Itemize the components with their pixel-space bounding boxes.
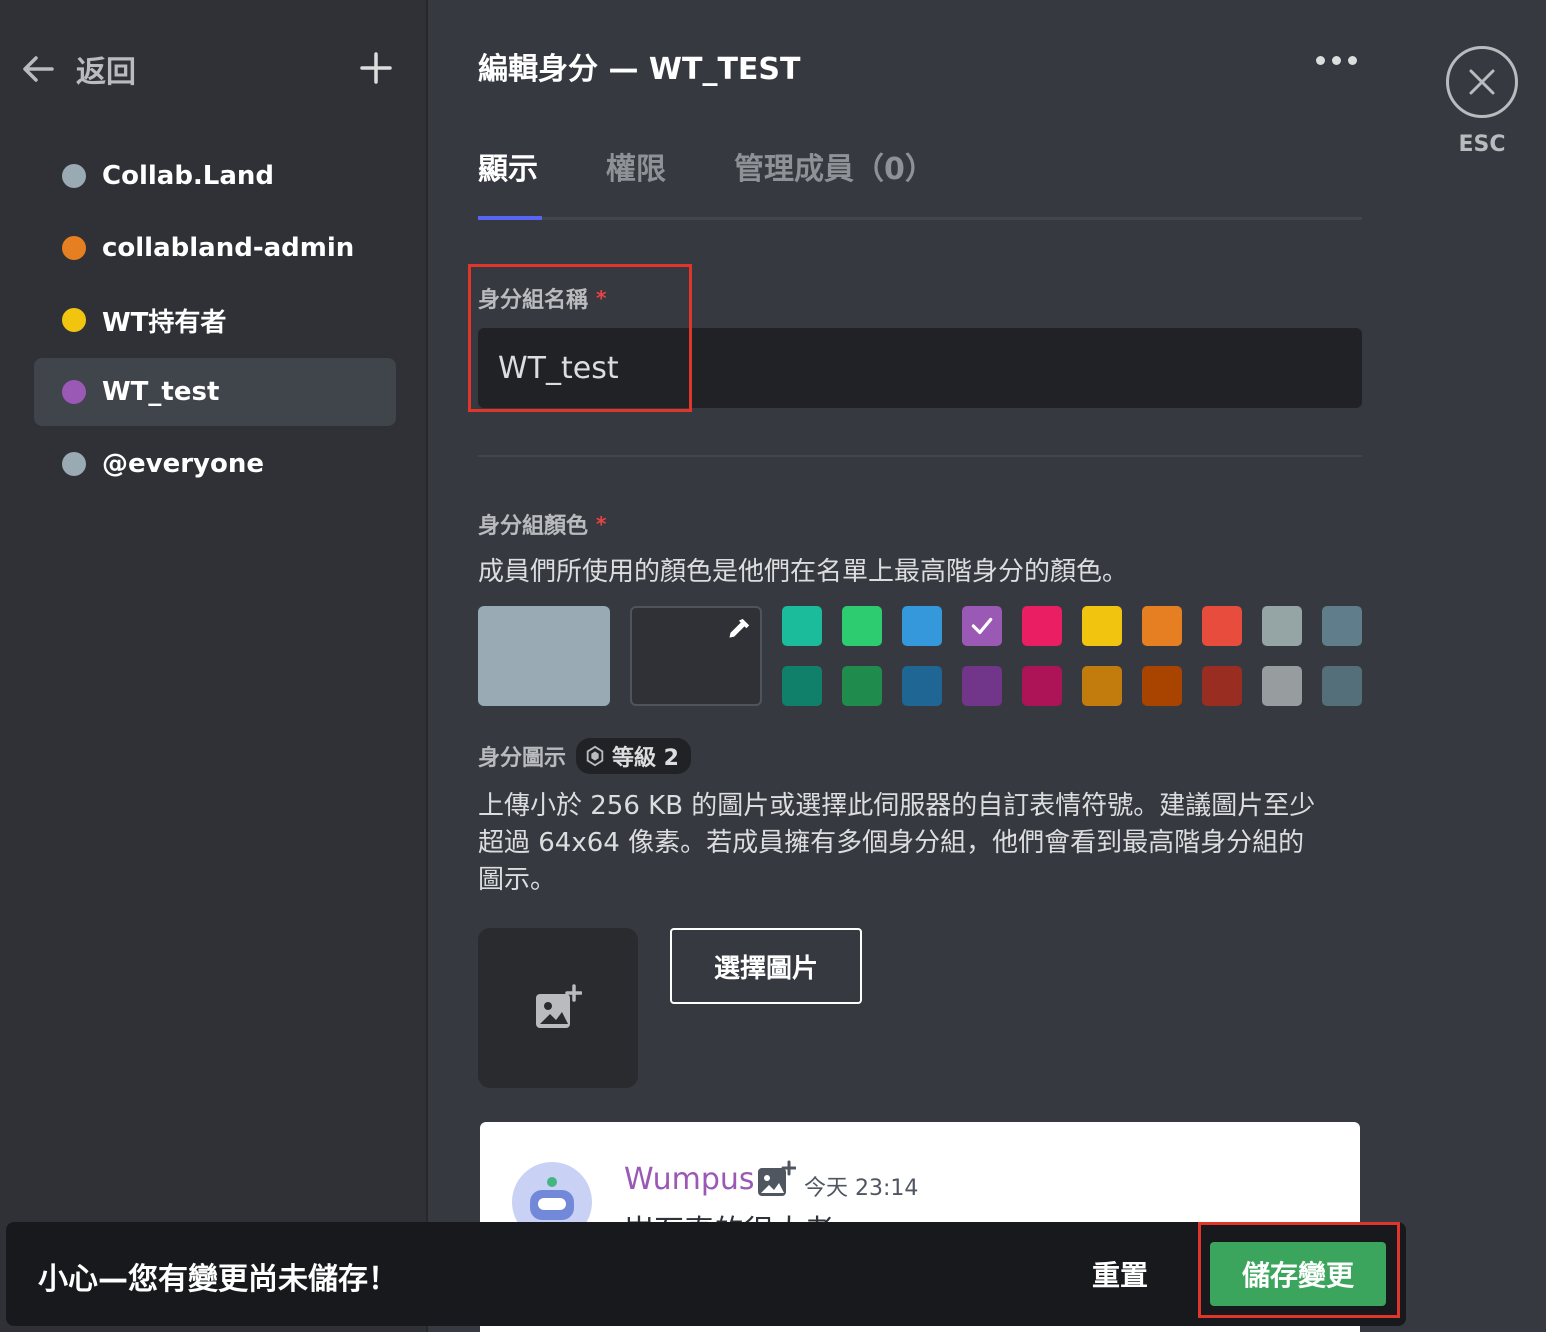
- role-color-dot: [62, 380, 86, 404]
- boost-level-badge: 等級 2: [576, 738, 691, 774]
- role-color-dot: [62, 164, 86, 188]
- back-label: 返回: [76, 55, 136, 90]
- color-swatch[interactable]: [962, 606, 1002, 646]
- more-dot-icon: [1332, 56, 1341, 65]
- role-name: WT持有者: [102, 307, 227, 338]
- tab-manage-members[interactable]: 管理成員（0）: [734, 144, 935, 188]
- close-button[interactable]: [1446, 46, 1518, 118]
- role-color-label: 身分組顏色 *: [478, 508, 606, 540]
- default-color-swatch[interactable]: [478, 606, 610, 706]
- color-swatch[interactable]: [962, 666, 1002, 706]
- description-line: 超過 64x64 像素。若成員擁有多個身分組，他們會看到最高階身分組的: [478, 828, 1305, 858]
- role-name: Collab.Land: [102, 161, 275, 191]
- role-name-input[interactable]: [478, 328, 1362, 408]
- save-changes-button[interactable]: 儲存變更: [1210, 1242, 1386, 1306]
- color-swatch[interactable]: [1202, 606, 1242, 646]
- sidebar-header: 返回: [20, 44, 400, 94]
- sidebar-role-item[interactable]: @everyone: [34, 430, 396, 498]
- color-swatch[interactable]: [782, 666, 822, 706]
- boost-level-text: 等級 2: [612, 746, 679, 771]
- active-tab-indicator: [478, 216, 542, 220]
- color-swatch[interactable]: [1262, 606, 1302, 646]
- arrow-left-icon: [23, 56, 54, 82]
- sidebar-role-item[interactable]: WT_test: [34, 358, 396, 426]
- tab-display[interactable]: 顯示: [478, 144, 538, 188]
- role-name: @everyone: [102, 449, 264, 479]
- preview-timestamp: 今天 23:14: [804, 1176, 919, 1201]
- icon-upload-tile[interactable]: [478, 928, 638, 1088]
- page-title: 編輯身分 — WT_TEST: [478, 52, 801, 87]
- color-swatch[interactable]: [1022, 606, 1062, 646]
- add-image-icon: [536, 984, 582, 1028]
- role-color-description: 成員們所使用的顏色是他們在名單上最高階身分的顏色。: [478, 557, 1129, 587]
- role-color-dot: [62, 236, 86, 260]
- back-button[interactable]: 返回: [20, 44, 136, 94]
- required-mark: *: [596, 286, 607, 310]
- tab-bar: 顯示 權限 管理成員（0）: [478, 136, 1362, 220]
- esc-label: ESC: [1458, 132, 1506, 157]
- color-swatch[interactable]: [782, 606, 822, 646]
- role-sidebar: 返回 Collab.Land collabland-admin WT持有者 WT_te…: [0, 0, 428, 1332]
- role-name: collabland-admin: [102, 233, 355, 263]
- role-list: Collab.Land collabland-admin WT持有者 WT_test @…: [34, 142, 396, 502]
- unsaved-changes-bar: 小心—您有變更尚未儲存！ 重置 儲存變更: [6, 1222, 1406, 1326]
- role-color-dot: [62, 308, 86, 332]
- more-dot-icon: [1316, 56, 1325, 65]
- role-color-dot: [62, 452, 86, 476]
- divider: [478, 455, 1362, 457]
- description-line: 上傳小於 256 KB 的圖片或選擇此伺服器的自訂表情符號。建議圖片至少: [478, 791, 1316, 821]
- add-role-button[interactable]: [358, 50, 394, 86]
- role-icon-placeholder-icon: [758, 1160, 796, 1196]
- unsaved-warning-text: 小心—您有變更尚未儲存！: [38, 1262, 398, 1297]
- role-icon-label-text: 身分圖示: [478, 746, 567, 771]
- role-icon-label: 身分圖示 等級 2: [478, 738, 691, 774]
- more-options-button[interactable]: [1316, 56, 1357, 65]
- color-swatch[interactable]: [1142, 666, 1182, 706]
- color-swatch[interactable]: [1322, 666, 1362, 706]
- role-editor: 編輯身分 — WT_TEST 顯示 權限 管理成員（0） 身分組名稱 * 身分組顏…: [430, 0, 1546, 1332]
- sidebar-role-item[interactable]: Collab.Land: [34, 142, 396, 210]
- sidebar-role-item[interactable]: WT持有者: [34, 286, 396, 354]
- preview-username: Wumpus: [624, 1162, 755, 1197]
- color-swatch[interactable]: [902, 606, 942, 646]
- role-name: WT_test: [102, 377, 220, 407]
- color-swatch[interactable]: [1262, 666, 1302, 706]
- boost-gem-icon: [586, 745, 604, 767]
- checkmark-icon: [971, 617, 993, 635]
- color-swatch[interactable]: [1022, 666, 1062, 706]
- color-swatch[interactable]: [1202, 666, 1242, 706]
- plus-icon: [360, 52, 392, 84]
- color-swatch[interactable]: [1082, 666, 1122, 706]
- custom-color-swatch[interactable]: [630, 606, 762, 706]
- tab-permissions[interactable]: 權限: [606, 144, 666, 188]
- color-swatch[interactable]: [1082, 606, 1122, 646]
- choose-image-button[interactable]: 選擇圖片: [670, 928, 862, 1004]
- role-icon-description: 上傳小於 256 KB 的圖片或選擇此伺服器的自訂表情符號。建議圖片至少 超過 …: [478, 788, 1315, 899]
- role-color-label-text: 身分組顏色: [478, 514, 589, 539]
- sidebar-role-item[interactable]: collabland-admin: [34, 214, 396, 282]
- color-swatch[interactable]: [1322, 606, 1362, 646]
- color-swatch[interactable]: [842, 666, 882, 706]
- description-line: 圖示。: [478, 865, 557, 895]
- role-name-label: 身分組名稱 *: [478, 282, 606, 314]
- close-icon: [1469, 69, 1495, 95]
- eyedropper-icon: [729, 618, 750, 638]
- color-swatch[interactable]: [1142, 606, 1182, 646]
- role-name-label-text: 身分組名稱: [478, 288, 589, 313]
- required-mark: *: [596, 512, 607, 536]
- reset-button[interactable]: 重置: [1092, 1254, 1148, 1294]
- more-dot-icon: [1348, 56, 1357, 65]
- color-swatch[interactable]: [902, 666, 942, 706]
- color-swatch[interactable]: [842, 606, 882, 646]
